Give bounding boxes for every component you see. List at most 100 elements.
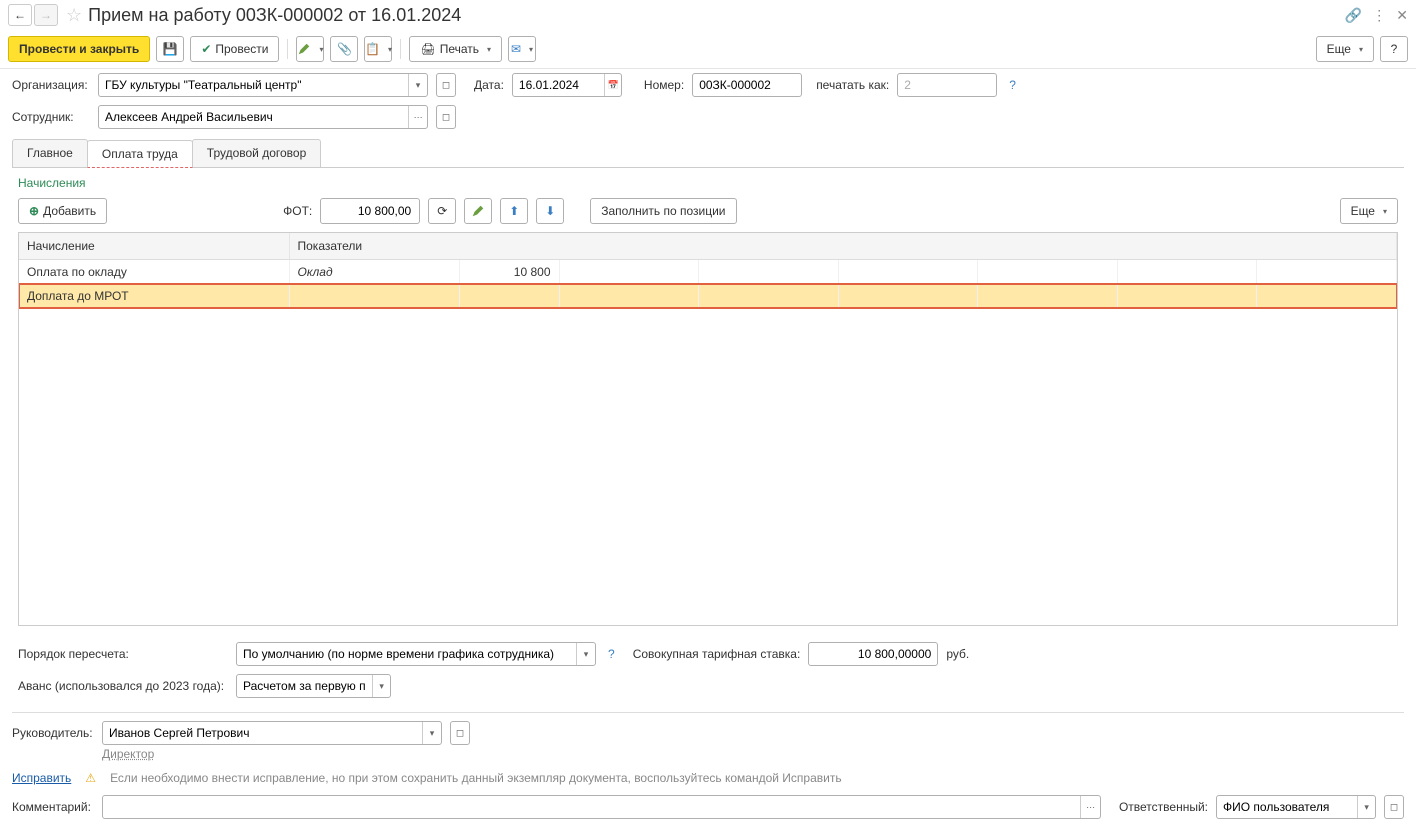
send-button[interactable]: ✉ — [508, 36, 536, 62]
recalc-field[interactable] — [237, 647, 576, 661]
advance-field[interactable] — [237, 679, 372, 693]
print-as-help-icon[interactable]: ? — [1009, 78, 1016, 92]
edit-button[interactable] — [464, 198, 492, 224]
manager-label: Руководитель: — [12, 726, 94, 740]
save-icon: 💾 — [163, 42, 178, 56]
recalc-input[interactable]: ▾ — [236, 642, 596, 666]
warning-icon: ⚠ — [85, 771, 96, 785]
link-icon[interactable]: 🔗 — [1345, 7, 1362, 24]
manager-input[interactable]: ▾ — [102, 721, 442, 745]
rate-field[interactable] — [809, 647, 937, 661]
template-button[interactable]: 📋 — [364, 36, 392, 62]
fix-link[interactable]: Исправить — [12, 771, 71, 785]
favorite-star-icon[interactable]: ☆ — [66, 5, 82, 26]
org-dropdown-icon[interactable]: ▾ — [408, 74, 427, 96]
move-down-button[interactable]: ⬇ — [536, 198, 564, 224]
table-more-button[interactable]: Еще — [1340, 198, 1398, 224]
employee-select-icon[interactable]: ⋯ — [408, 106, 427, 128]
fill-by-position-label: Заполнить по позиции — [601, 204, 725, 218]
calendar-icon[interactable]: 📅 — [604, 74, 621, 96]
print-button[interactable]: 🖨 Печать — [409, 36, 502, 62]
responsible-dropdown-icon[interactable]: ▾ — [1357, 796, 1375, 818]
print-label: Печать — [440, 42, 479, 56]
rate-unit: руб. — [946, 647, 969, 661]
comment-field[interactable] — [103, 800, 1080, 814]
manager-open-button[interactable]: ◻ — [450, 721, 470, 745]
advance-input[interactable]: ▾ — [236, 674, 391, 698]
refresh-button[interactable]: ⟳ — [428, 198, 456, 224]
cell-indicator — [289, 284, 459, 308]
date-field[interactable] — [513, 78, 604, 92]
advance-dropdown-icon[interactable]: ▾ — [372, 675, 390, 697]
fot-label: ФОТ: — [283, 204, 312, 218]
more-button[interactable]: Еще — [1316, 36, 1374, 62]
manager-position-link[interactable]: Директор — [102, 747, 154, 761]
table-row[interactable]: Оплата по окладу Оклад 10 800 — [19, 260, 1397, 284]
responsible-input[interactable]: ▾ — [1216, 795, 1376, 819]
help-button[interactable]: ? — [1380, 36, 1408, 62]
col-accrual-header[interactable]: Начисление — [19, 233, 289, 260]
plus-icon: ⊕ — [29, 204, 39, 218]
attach-button[interactable]: 📎 — [330, 36, 358, 62]
fill-by-position-button[interactable]: Заполнить по позиции — [590, 198, 736, 224]
post-and-close-button[interactable]: Провести и закрыть — [8, 36, 150, 62]
accruals-title: Начисления — [0, 168, 1416, 194]
number-input[interactable] — [692, 73, 802, 97]
responsible-label: Ответственный: — [1119, 800, 1208, 814]
tab-payment[interactable]: Оплата труда — [87, 140, 193, 168]
employee-input[interactable]: ⋯ — [98, 105, 428, 129]
employee-label: Сотрудник: — [12, 110, 90, 124]
cell-accrual: Доплата до МРОТ — [19, 284, 289, 308]
employee-open-button[interactable]: ◻ — [436, 105, 456, 129]
tab-main-label: Главное — [27, 146, 73, 160]
add-button[interactable]: ⊕ Добавить — [18, 198, 107, 224]
cell-value: 10 800 — [459, 260, 559, 284]
kebab-menu-icon[interactable]: ⋮ — [1372, 7, 1386, 24]
cell-accrual: Оплата по окладу — [19, 260, 289, 284]
print-as-field[interactable] — [898, 78, 996, 92]
date-input[interactable]: 📅 — [512, 73, 622, 97]
post-label: Провести — [215, 42, 268, 56]
recalc-label: Порядок пересчета: — [18, 647, 228, 661]
comment-select-icon[interactable]: ⋯ — [1080, 796, 1100, 818]
send-icon: ✉ — [511, 42, 521, 56]
fot-input[interactable] — [320, 198, 420, 224]
tab-main[interactable]: Главное — [12, 139, 88, 167]
number-label: Номер: — [644, 78, 684, 92]
post-button[interactable]: ✔ Провести — [190, 36, 279, 62]
comment-input[interactable]: ⋯ — [102, 795, 1101, 819]
close-icon[interactable]: ✕ — [1396, 7, 1408, 24]
move-up-button[interactable]: ⬆ — [500, 198, 528, 224]
cell-value — [459, 284, 559, 308]
nav-forward-button[interactable]: → — [34, 4, 58, 26]
manager-dropdown-icon[interactable]: ▾ — [422, 722, 441, 744]
advance-label: Аванс (использовался до 2023 года): — [18, 679, 228, 693]
table-row[interactable]: Доплата до МРОТ — [19, 284, 1397, 308]
more-label: Еще — [1327, 42, 1351, 56]
add-label: Добавить — [43, 204, 96, 218]
employee-field[interactable] — [99, 110, 408, 124]
number-field[interactable] — [693, 78, 801, 92]
col-indicators-header[interactable]: Показатели — [289, 233, 1397, 260]
org-field[interactable] — [99, 78, 408, 92]
recalc-dropdown-icon[interactable]: ▾ — [576, 643, 595, 665]
org-open-button[interactable]: ◻ — [436, 73, 456, 97]
manager-field[interactable] — [103, 726, 422, 740]
rate-label: Совокупная тарифная ставка: — [633, 647, 801, 661]
post-check-icon: ✔ — [201, 42, 211, 56]
nav-back-button[interactable]: ← — [8, 4, 32, 26]
tab-contract[interactable]: Трудовой договор — [192, 139, 321, 167]
recalc-help-icon[interactable]: ? — [608, 647, 615, 661]
rate-input[interactable] — [808, 642, 938, 666]
org-input[interactable]: ▾ — [98, 73, 428, 97]
save-button[interactable]: 💾 — [156, 36, 184, 62]
date-label: Дата: — [474, 78, 504, 92]
cell-indicator: Оклад — [289, 260, 459, 284]
highlight-button[interactable] — [296, 36, 324, 62]
print-as-input[interactable] — [897, 73, 997, 97]
responsible-field[interactable] — [1217, 800, 1357, 814]
window-title: Прием на работу 00ЗК-000002 от 16.01.202… — [88, 5, 1345, 26]
arrow-down-icon: ⬇ — [545, 204, 555, 218]
comment-label: Комментарий: — [12, 800, 94, 814]
responsible-open-button[interactable]: ◻ — [1384, 795, 1404, 819]
